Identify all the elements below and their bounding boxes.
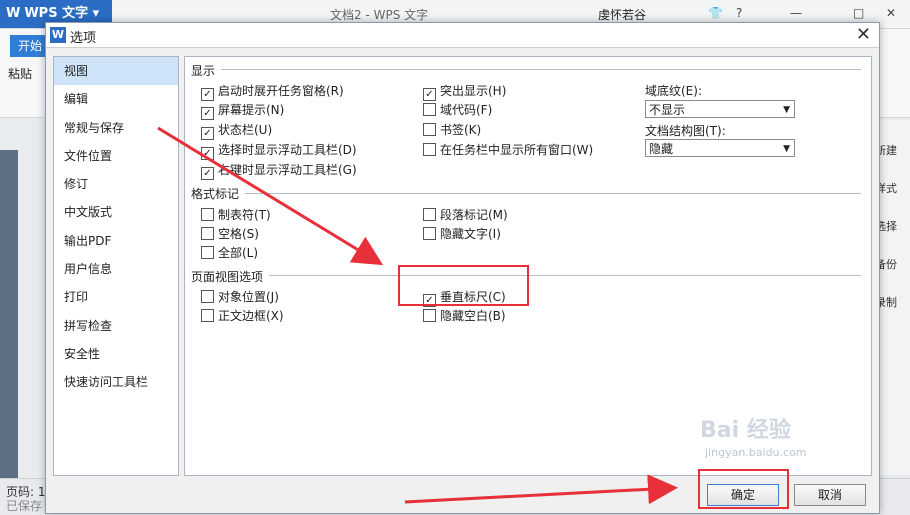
watermark-url: jingyan.baidu.com bbox=[705, 446, 807, 459]
arrow-to-ok bbox=[404, 474, 678, 505]
watermark: Bai 经验 bbox=[700, 418, 791, 443]
arrow-to-vertical-ruler bbox=[157, 126, 384, 266]
